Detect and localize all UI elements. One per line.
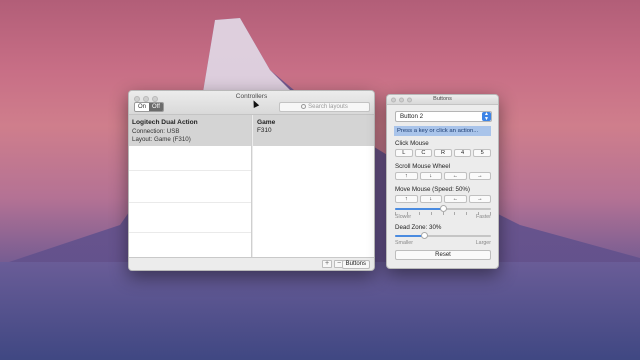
speed-max-label: Faster <box>475 214 491 220</box>
list-divider <box>129 232 251 233</box>
toggle-off[interactable]: Off <box>149 103 163 111</box>
move-mouse-buttons: ↑ ↓ ← → <box>395 195 491 203</box>
button-select[interactable]: Button 2 ▲ ▼ <box>395 111 492 122</box>
reset-button[interactable]: Reset <box>395 250 491 260</box>
scroll-down-button[interactable]: ↓ <box>419 172 442 180</box>
on-off-toggle[interactable]: On Off <box>134 102 164 112</box>
click-mouse-label: Click Mouse <box>395 140 429 147</box>
click-5-button[interactable]: 5 <box>473 149 491 157</box>
search-placeholder: Search layouts <box>308 104 348 110</box>
dead-zone-min-label: Smaller <box>395 240 413 246</box>
move-mouse-label: Move Mouse (Speed: 50%) <box>395 186 470 193</box>
speed-min-label: Slower <box>395 214 412 220</box>
device-row-selected[interactable]: Logitech Dual Action Connection: USB Lay… <box>129 115 251 146</box>
controllers-bottombar: + − Buttons <box>129 257 374 270</box>
device-list: Logitech Dual Action Connection: USB Lay… <box>129 115 252 263</box>
buttons-titlebar: Buttons <box>387 95 498 105</box>
click-4-button[interactable]: 4 <box>453 149 472 157</box>
device-layout: Layout: Game (F310) <box>132 136 191 143</box>
search-layouts-input[interactable]: Search layouts <box>279 102 370 112</box>
chevron-updown-icon: ▲ ▼ <box>482 112 491 121</box>
click-mouse-buttons: L C R 4 5 <box>395 149 491 157</box>
toggle-on[interactable]: On <box>135 103 150 111</box>
list-divider <box>129 170 251 171</box>
key-capture-field[interactable]: Press a key or click an action... <box>394 126 491 136</box>
move-down-button[interactable]: ↓ <box>419 195 442 203</box>
click-center-button[interactable]: C <box>414 149 433 157</box>
add-layout-button[interactable]: + <box>322 260 332 268</box>
layout-group: Game <box>257 119 276 126</box>
scroll-wheel-buttons: ↑ ↓ ← → <box>395 172 491 180</box>
list-divider <box>129 202 251 203</box>
dead-zone-slider[interactable] <box>395 232 491 239</box>
move-left-button[interactable]: ← <box>444 195 467 203</box>
window-title: Controllers <box>235 93 268 100</box>
dead-zone-max-label: Larger <box>475 240 491 246</box>
scroll-up-button[interactable]: ↑ <box>395 172 418 180</box>
move-up-button[interactable]: ↑ <box>395 195 418 203</box>
dead-zone-slider-fill <box>395 235 424 237</box>
device-name: Logitech Dual Action <box>132 119 198 126</box>
device-connection: Connection: USB <box>132 128 180 135</box>
button-select-value: Button 2 <box>400 113 424 120</box>
buttons-window-button[interactable]: Buttons <box>341 260 370 269</box>
scroll-wheel-label: Scroll Mouse Wheel <box>395 163 451 170</box>
controllers-window: Controllers On Off Search layouts Logite… <box>128 90 375 271</box>
click-left-button[interactable]: L <box>395 149 413 157</box>
dead-zone-slider-knob[interactable] <box>420 232 428 239</box>
click-right-button[interactable]: R <box>434 149 452 157</box>
scroll-right-button[interactable]: → <box>468 172 491 180</box>
dead-zone-label: Dead Zone: 30% <box>395 224 442 231</box>
move-right-button[interactable]: → <box>468 195 491 203</box>
buttons-window: Buttons Button 2 ▲ ▼ Press a key or click… <box>386 94 499 269</box>
layout-list: Game F310 <box>253 115 374 257</box>
speed-slider[interactable] <box>395 205 491 212</box>
search-icon <box>301 104 307 109</box>
speed-slider-knob[interactable] <box>440 205 447 212</box>
speed-slider-fill <box>395 208 443 210</box>
layout-row-selected[interactable]: Game F310 <box>253 115 374 146</box>
scroll-left-button[interactable]: ← <box>444 172 467 180</box>
window-title: Buttons <box>433 96 452 102</box>
layout-name: F310 <box>257 127 272 134</box>
